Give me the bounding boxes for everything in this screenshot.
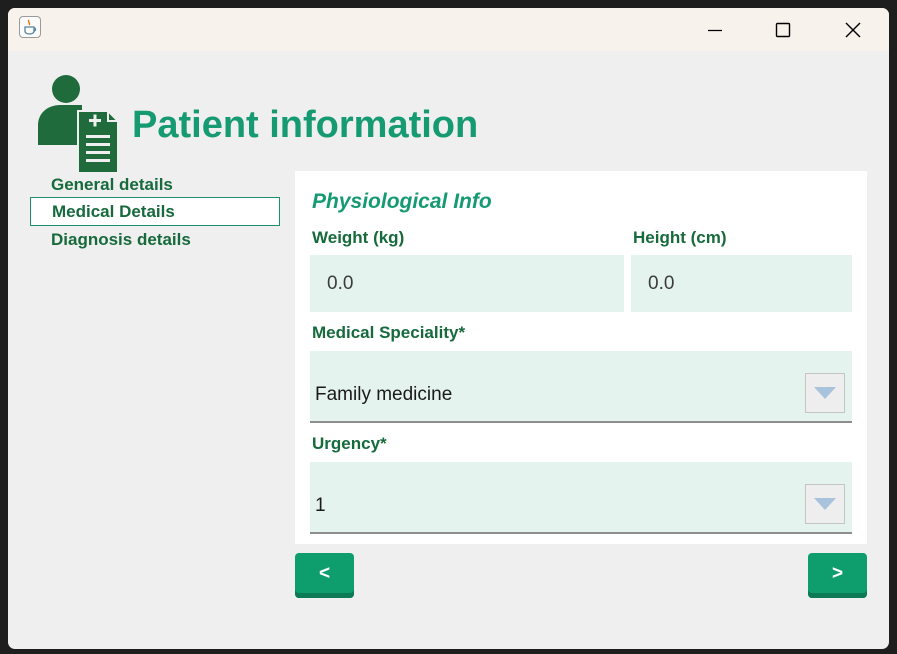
close-icon: [845, 22, 861, 37]
speciality-dropdown-button[interactable]: [805, 373, 845, 413]
back-button[interactable]: <: [295, 553, 354, 598]
urgency-dropdown-button[interactable]: [805, 484, 845, 524]
sidebar-item-general-details[interactable]: General details: [30, 170, 280, 199]
maximize-button[interactable]: [760, 8, 806, 51]
sidebar-item-medical-details[interactable]: Medical Details: [30, 197, 280, 226]
chevron-down-icon: [814, 387, 836, 399]
maximize-icon: [775, 22, 791, 37]
height-label: Height (cm): [633, 228, 727, 247]
speciality-value: Family medicine: [315, 384, 453, 405]
weight-label: Weight (kg): [312, 228, 405, 247]
sidebar-item-diagnosis-details[interactable]: Diagnosis details: [30, 225, 280, 254]
title-bar: [8, 8, 889, 51]
page-title: Patient information: [132, 104, 479, 146]
chevron-down-icon: [814, 498, 836, 510]
java-cup-icon[interactable]: [19, 16, 41, 38]
next-button[interactable]: >: [808, 553, 867, 598]
minimize-icon: [708, 29, 722, 31]
close-button[interactable]: [830, 8, 876, 51]
urgency-dropdown[interactable]: 1: [310, 462, 852, 534]
section-title: Physiological Info: [312, 190, 492, 213]
urgency-label: Urgency*: [312, 434, 387, 453]
urgency-value: 1: [315, 495, 326, 516]
weight-field[interactable]: 0.0: [310, 255, 624, 312]
height-field[interactable]: 0.0: [631, 255, 852, 312]
minimize-button[interactable]: [692, 8, 738, 51]
medical-details-panel: Physiological Info Weight (kg) Height (c…: [295, 171, 867, 544]
app-window: Patient information General details Medi…: [8, 8, 889, 649]
speciality-label: Medical Speciality*: [312, 323, 466, 342]
speciality-dropdown[interactable]: Family medicine: [310, 351, 852, 423]
patient-record-icon: [38, 75, 120, 178]
